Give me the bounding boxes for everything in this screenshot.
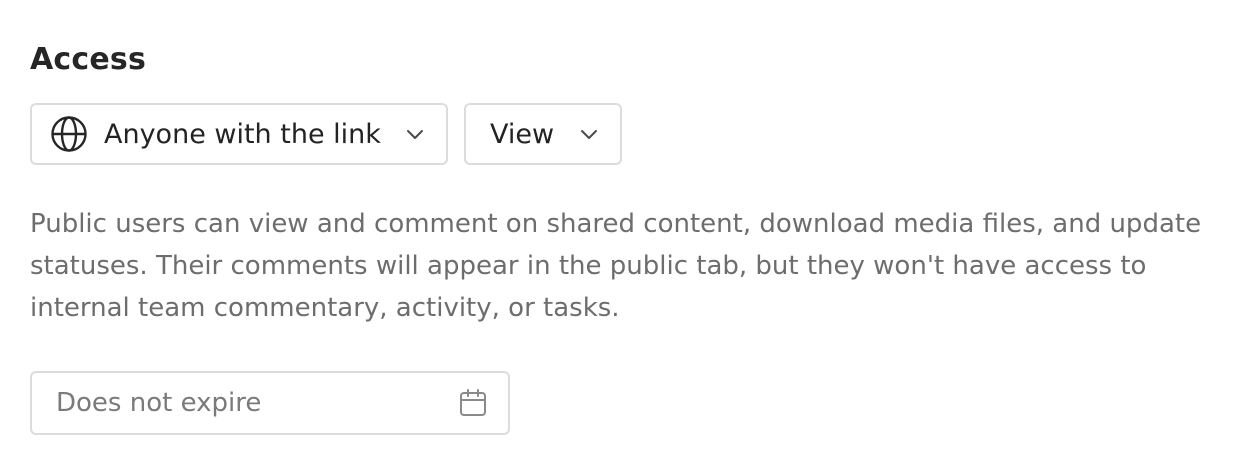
chevron-down-icon <box>578 123 600 145</box>
permission-dropdown[interactable]: View <box>464 103 622 165</box>
calendar-icon[interactable] <box>458 388 488 418</box>
access-controls-row: Anyone with the link View <box>30 103 622 165</box>
globe-icon <box>50 115 88 153</box>
permission-value: View <box>490 118 555 150</box>
link-access-dropdown[interactable]: Anyone with the link <box>30 103 448 165</box>
expiry-placeholder: Does not expire <box>56 388 262 418</box>
chevron-down-icon <box>404 123 426 145</box>
access-description: Public users can view and comment on sha… <box>30 209 1202 323</box>
expiry-date-picker[interactable]: Does not expire <box>30 371 510 435</box>
access-heading: Access <box>30 42 147 77</box>
link-access-value: Anyone with the link <box>104 118 381 150</box>
